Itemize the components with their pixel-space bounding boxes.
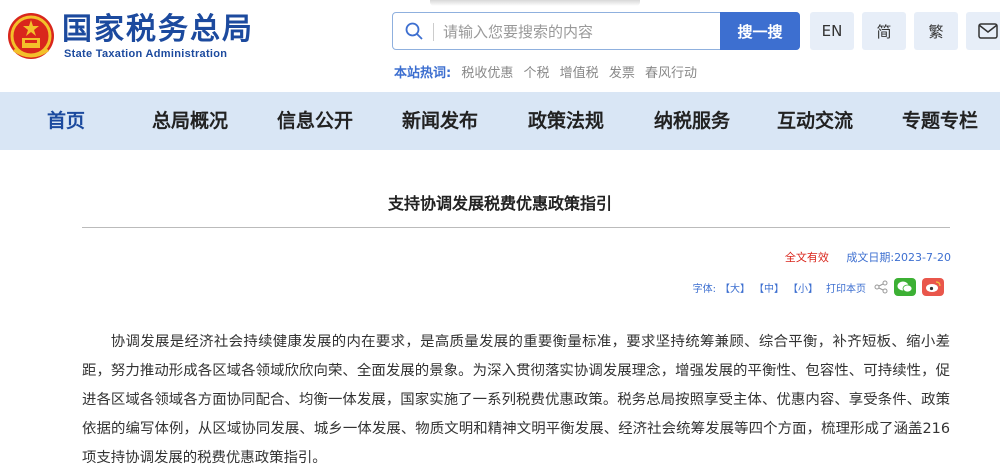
font-size-label: 字体: [692,283,716,295]
weibo-icon[interactable] [922,278,944,296]
article-body: 协调发展是经济社会持续健康发展的内在要求，是高质量发展的重要衡量标准，要求坚持统… [82,334,950,466]
search-input[interactable] [441,19,715,45]
weibo-glyph [926,281,941,292]
site-header: 国家税务总局 State Taxation Administration 搜一搜… [0,0,1000,92]
search-box: 搜一搜 [392,12,800,50]
share-icon[interactable] [874,280,888,294]
hot-word-link[interactable]: 税收优惠 [461,66,513,81]
hot-word-link[interactable]: 增值税 [560,66,599,81]
print-button[interactable]: 打印本页 [826,280,866,295]
publish-date: 2023-7-20 [894,251,951,264]
search-icon [405,22,423,40]
nav-item-home[interactable]: 首页 [47,92,85,150]
nav-item-topics[interactable]: 专题专栏 [902,92,978,150]
mail-icon[interactable] [966,12,1000,50]
article-tools: 字体: 【大】 【中】 【小】 打印本页 [693,278,944,296]
search-divider [433,23,434,41]
main-nav: 首页 总局概况 信息公开 新闻发布 政策法规 纳税服务 互动交流 专题专栏 [0,92,1000,150]
wechat-icon[interactable] [894,278,916,296]
nav-item-interaction[interactable]: 互动交流 [777,92,853,150]
article-title: 支持协调发展税费优惠政策指引 [387,194,612,213]
article-meta: 全文有效 成文日期:2023-7-20 [785,249,951,265]
envelope-icon [978,23,998,39]
font-small-button[interactable]: 【小】 [788,280,818,295]
national-emblem-icon[interactable] [6,10,56,62]
nav-item-disclosure[interactable]: 信息公开 [277,92,353,150]
nav-item-tax-service[interactable]: 纳税服务 [654,92,730,150]
search-button[interactable]: 搜一搜 [720,12,800,50]
nav-item-policy[interactable]: 政策法规 [528,92,604,150]
site-title[interactable]: 国家税务总局 [62,12,254,48]
wechat-glyph [897,281,913,293]
site-subtitle: State Taxation Administration [64,48,228,60]
validity-status: 全文有效 [784,251,829,264]
simplified-chinese-button[interactable]: 简 [862,12,906,50]
publish-date-label: 成文日期: [846,251,895,264]
traditional-chinese-button[interactable]: 繁 [914,12,958,50]
font-medium-button[interactable]: 【中】 [754,280,784,295]
nav-item-overview[interactable]: 总局概况 [152,92,228,150]
title-divider [82,227,950,228]
hot-words: 本站热词: 税收优惠 个税 增值税 发票 春风行动 [394,62,697,81]
hot-word-link[interactable]: 春风行动 [645,66,697,81]
english-button[interactable]: EN [810,12,854,50]
hot-words-label: 本站热词: [394,66,452,81]
hot-word-link[interactable]: 发票 [609,66,635,81]
font-large-button[interactable]: 【大】 [720,280,750,295]
hot-word-link[interactable]: 个税 [524,66,550,81]
nav-item-news[interactable]: 新闻发布 [402,92,478,150]
dropdown-shadow [430,0,640,6]
